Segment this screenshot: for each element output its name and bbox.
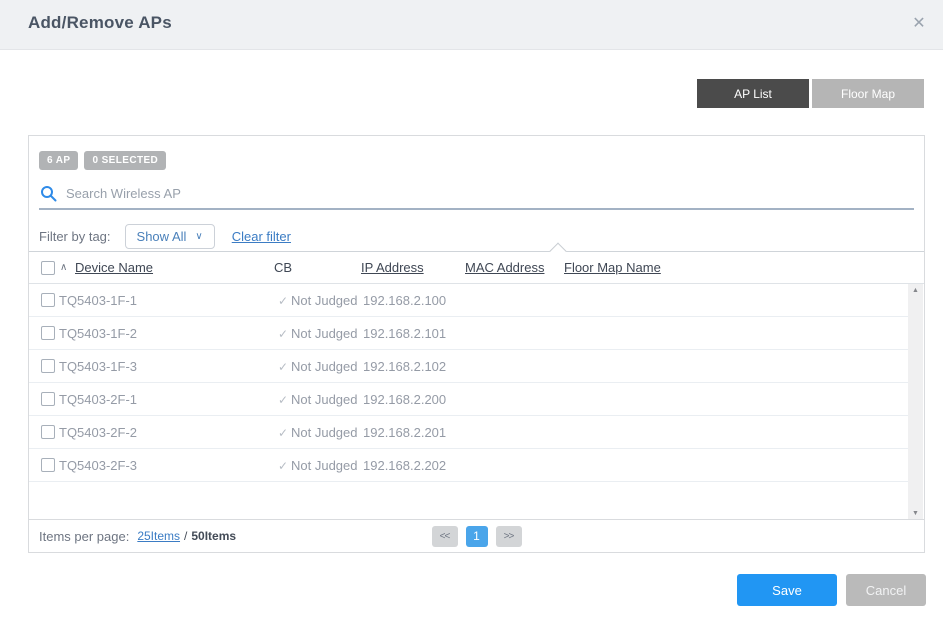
close-icon[interactable]: ✕ bbox=[908, 13, 930, 35]
pagination-bar: Items per page: 25Items / 50Items << 1 >… bbox=[29, 519, 924, 552]
page-size-total: 50Items bbox=[191, 529, 237, 543]
row-checkbox[interactable] bbox=[41, 359, 55, 373]
tag-filter-value: Show All bbox=[136, 228, 187, 244]
table-row: TQ5403-2F-2 ✓ Not Judged 192.168.2.201 bbox=[29, 416, 908, 449]
cb-status-cell: Not Judged bbox=[291, 458, 358, 473]
device-name-cell: TQ5403-1F-2 bbox=[59, 326, 138, 341]
tab-floor-map[interactable]: Floor Map bbox=[812, 79, 924, 108]
scroll-down-icon[interactable]: ▼ bbox=[912, 510, 919, 517]
cancel-button[interactable]: Cancel bbox=[846, 574, 926, 606]
row-checkbox[interactable] bbox=[41, 293, 55, 307]
ip-address-cell: 192.168.2.102 bbox=[363, 359, 447, 374]
page-title: Add/Remove APs bbox=[28, 13, 172, 32]
table-scrollbar[interactable]: ▲ ▼ bbox=[908, 284, 923, 520]
items-per-page-label: Items per page: bbox=[39, 528, 130, 544]
check-icon: ✓ bbox=[278, 426, 289, 440]
device-name-cell: TQ5403-2F-2 bbox=[59, 425, 138, 440]
device-name-cell: TQ5403-2F-1 bbox=[59, 392, 138, 407]
dialog-header: Add/Remove APs ✕ bbox=[0, 0, 943, 50]
column-header-mac-address[interactable]: MAC Address bbox=[465, 260, 544, 275]
cb-status-cell: Not Judged bbox=[291, 293, 358, 308]
ip-address-cell: 192.168.2.200 bbox=[363, 392, 447, 407]
table-row: TQ5403-2F-3 ✓ Not Judged 192.168.2.202 bbox=[29, 449, 908, 482]
column-header-cb: CB bbox=[274, 260, 293, 275]
search-bar bbox=[39, 178, 914, 210]
row-checkbox[interactable] bbox=[41, 458, 55, 472]
device-name-cell: TQ5403-2F-3 bbox=[59, 458, 138, 473]
summary-badges: 6 AP 0 SELECTED bbox=[39, 151, 167, 170]
search-input[interactable] bbox=[66, 185, 914, 201]
cb-status-cell: Not Judged bbox=[291, 425, 358, 440]
next-page-button[interactable]: >> bbox=[495, 525, 522, 547]
check-icon: ✓ bbox=[278, 360, 289, 374]
pager: << 1 >> bbox=[431, 525, 522, 547]
device-name-cell: TQ5403-1F-1 bbox=[59, 293, 138, 308]
table-row: TQ5403-2F-1 ✓ Not Judged 192.168.2.200 bbox=[29, 383, 908, 416]
column-header-ip-address[interactable]: IP Address bbox=[361, 260, 424, 275]
table-body: TQ5403-1F-1 ✓ Not Judged 192.168.2.100 T… bbox=[29, 284, 908, 519]
filter-by-tag-label: Filter by tag: bbox=[39, 228, 111, 244]
sort-asc-icon: ∧ bbox=[60, 262, 68, 273]
header-notch bbox=[549, 242, 567, 260]
chevron-down-icon: ∨ bbox=[195, 230, 203, 242]
save-button[interactable]: Save bbox=[737, 574, 837, 606]
scroll-up-icon[interactable]: ▲ bbox=[912, 287, 919, 294]
tab-ap-list[interactable]: AP List bbox=[697, 79, 809, 108]
tag-filter-dropdown[interactable]: Show All ∨ bbox=[124, 223, 215, 249]
table-row: TQ5403-1F-2 ✓ Not Judged 192.168.2.101 bbox=[29, 317, 908, 350]
ip-address-cell: 192.168.2.201 bbox=[363, 425, 447, 440]
table-header: ∧ Device Name CB IP Address MAC Address … bbox=[29, 242, 924, 284]
check-icon: ✓ bbox=[278, 459, 289, 473]
row-checkbox[interactable] bbox=[41, 326, 55, 340]
row-checkbox[interactable] bbox=[41, 392, 55, 406]
page-size-link[interactable]: 25Items bbox=[137, 529, 180, 543]
table-row: TQ5403-1F-1 ✓ Not Judged 192.168.2.100 bbox=[29, 284, 908, 317]
view-tabs: AP List Floor Map bbox=[697, 79, 924, 108]
cb-status-cell: Not Judged bbox=[291, 392, 358, 407]
current-page-button[interactable]: 1 bbox=[465, 525, 488, 547]
check-icon: ✓ bbox=[278, 327, 289, 341]
column-header-device-name[interactable]: Device Name bbox=[75, 260, 153, 275]
prev-page-button[interactable]: << bbox=[431, 525, 458, 547]
ap-list-panel: 6 AP 0 SELECTED Filter by tag: Show All … bbox=[28, 135, 925, 553]
search-icon bbox=[41, 185, 57, 201]
clear-filter-link[interactable]: Clear filter bbox=[232, 229, 291, 244]
cb-status-cell: Not Judged bbox=[291, 326, 358, 341]
ip-address-cell: 192.168.2.101 bbox=[363, 326, 447, 341]
cb-status-cell: Not Judged bbox=[291, 359, 358, 374]
ap-count-badge: 6 AP bbox=[39, 151, 79, 170]
device-name-cell: TQ5403-1F-3 bbox=[59, 359, 138, 374]
filter-row: Filter by tag: Show All ∨ Clear filter bbox=[39, 223, 291, 249]
check-icon: ✓ bbox=[278, 294, 289, 308]
page-size-separator: / bbox=[184, 529, 188, 543]
check-icon: ✓ bbox=[278, 393, 289, 407]
ip-address-cell: 192.168.2.100 bbox=[363, 293, 447, 308]
select-all-checkbox[interactable] bbox=[41, 261, 55, 275]
column-header-floor-map-name[interactable]: Floor Map Name bbox=[564, 260, 661, 275]
ip-address-cell: 192.168.2.202 bbox=[363, 458, 447, 473]
selected-count-badge: 0 SELECTED bbox=[84, 151, 167, 170]
table-row: TQ5403-1F-3 ✓ Not Judged 192.168.2.102 bbox=[29, 350, 908, 383]
row-checkbox[interactable] bbox=[41, 425, 55, 439]
